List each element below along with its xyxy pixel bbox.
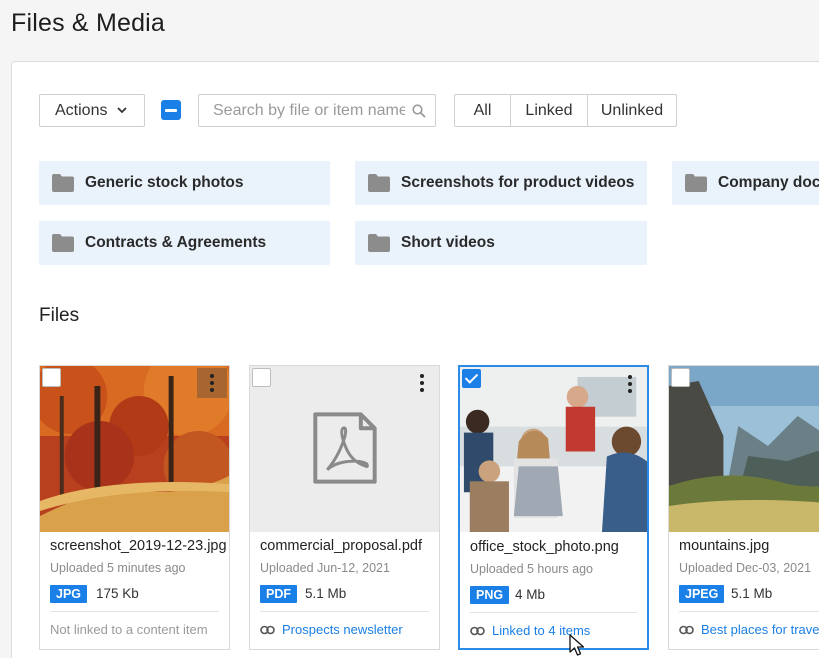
select-all-checkbox[interactable] [161,100,181,120]
file-size: 5.1 Mb [305,586,347,601]
folder-icon [368,174,390,192]
folder-generic-stock-photos[interactable]: Generic stock photos [39,161,330,205]
file-select-checkbox[interactable] [252,368,271,387]
file-name: screenshot_2019-12-23.jpg [50,538,227,554]
file-select-checkbox[interactable] [462,369,481,388]
link-status[interactable]: Prospects newsletter [260,622,403,637]
file-size: 4 Mb [515,587,546,602]
file-size: 5.1 Mb [731,586,773,601]
upload-time: Uploaded Dec-03, 2021 [679,561,812,575]
page-title: Files & Media [11,9,166,37]
link-status[interactable]: Best places for travel [679,622,819,637]
folder-label: Screenshots for product videos [401,174,635,191]
file-select-checkbox[interactable] [671,368,690,387]
files-panel: Actions All Linked Unlinked Generic stoc… [11,61,819,658]
upload-time: Uploaded Jun-12, 2021 [260,561,390,575]
folder-short-videos[interactable]: Short videos [355,221,647,265]
file-card-screenshot[interactable]: screenshot_2019-12-23.jpg Uploaded 5 min… [39,365,230,650]
file-type-badge: PDF [260,585,297,603]
actions-dropdown[interactable]: Actions [39,94,145,127]
link-status[interactable]: Linked to 4 items [470,623,590,638]
filter-unlinked-button[interactable]: Unlinked [588,95,676,126]
search-box [198,94,436,127]
divider [50,611,219,612]
search-icon[interactable] [412,104,426,118]
chevron-down-icon [117,107,127,114]
folder-screenshots-for-product-videos[interactable]: Screenshots for product videos [355,161,647,205]
more-options-icon[interactable] [197,368,227,398]
link-status: Not linked to a content item [50,622,208,637]
file-name: office_stock_photo.png [470,539,619,555]
filter-all-button[interactable]: All [455,95,511,126]
file-select-checkbox[interactable] [42,368,61,387]
upload-time: Uploaded 5 minutes ago [50,561,186,575]
link-status-text: Not linked to a content item [50,622,208,637]
folder-icon [52,234,74,252]
files-section-title: Files [39,305,80,326]
search-input[interactable] [199,95,435,126]
link-icon [260,625,275,634]
file-card-office-stock-photo[interactable]: office_stock_photo.png Uploaded 5 hours … [458,365,649,650]
folder-icon [52,174,74,192]
divider [260,611,429,612]
file-card-mountains[interactable]: mountains.jpg Uploaded Dec-03, 2021 JPEG… [668,365,819,650]
file-card-commercial-proposal[interactable]: commercial_proposal.pdf Uploaded Jun-12,… [249,365,440,650]
link-filter-group: All Linked Unlinked [454,94,677,127]
upload-time: Uploaded 5 hours ago [470,562,594,576]
file-name: commercial_proposal.pdf [260,538,422,554]
folder-label: Short videos [401,234,495,251]
divider [679,611,819,612]
folder-label: Contracts & Agreements [85,234,267,251]
actions-label: Actions [55,101,108,119]
linked-items-link[interactable]: Linked to 4 items [492,623,590,638]
folder-contracts-agreements[interactable]: Contracts & Agreements [39,221,330,265]
link-icon [470,626,485,635]
folder-company-documents[interactable]: Company documents [672,161,819,205]
more-options-icon[interactable] [615,369,645,399]
image-thumbnail [669,366,819,532]
linked-item-link[interactable]: Prospects newsletter [282,622,403,637]
folder-label: Company documents [718,174,819,191]
file-size: 175 Kb [96,586,139,601]
file-type-badge: JPG [50,585,88,603]
file-type-badge: JPEG [679,585,725,603]
link-icon [679,625,694,634]
more-options-icon[interactable] [407,368,437,398]
divider [470,612,637,613]
folder-icon [368,234,390,252]
file-type-badge: PNG [470,586,510,604]
folder-label: Generic stock photos [85,174,244,191]
filter-linked-button[interactable]: Linked [511,95,588,126]
linked-item-link[interactable]: Best places for travel [701,622,819,637]
file-name: mountains.jpg [679,538,770,554]
folder-icon [685,174,707,192]
